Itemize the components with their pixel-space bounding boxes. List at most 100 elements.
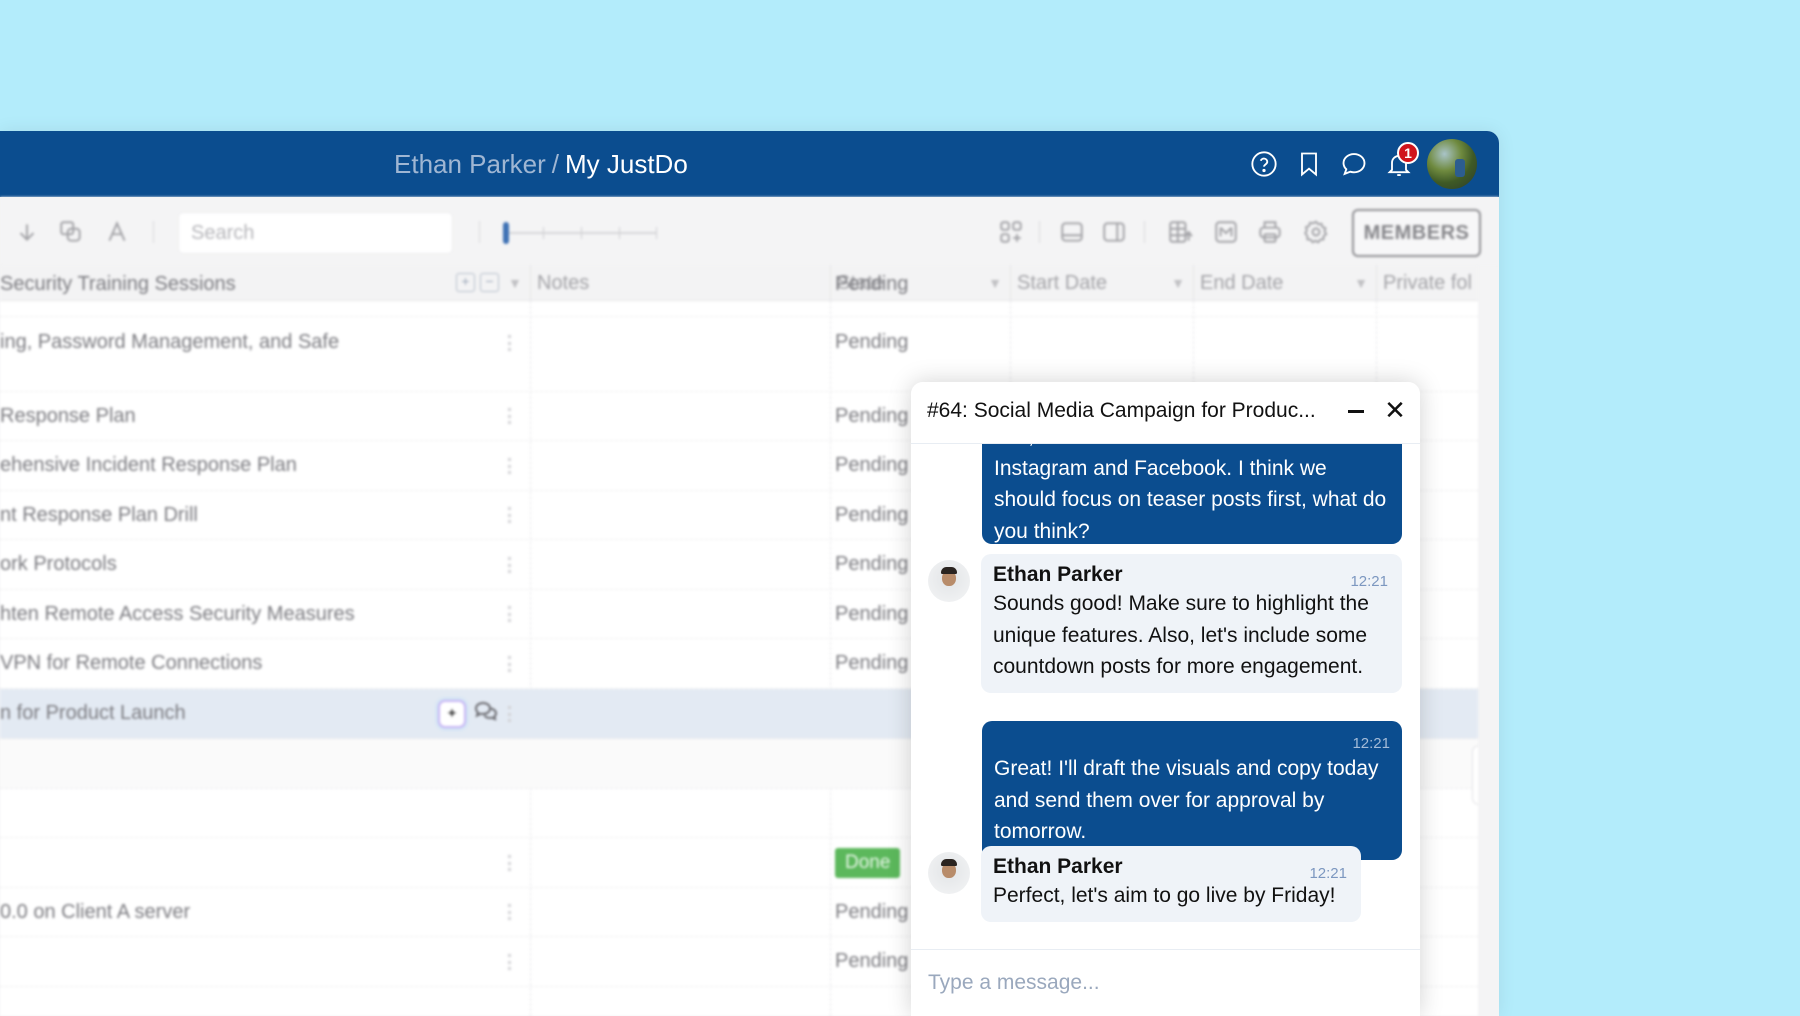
row-menu-handle[interactable] — [508, 904, 511, 920]
bookmark-icon — [1300, 152, 1317, 177]
add-column-icon — [1169, 221, 1193, 243]
notification-badge: 1 — [1397, 141, 1419, 164]
add-view-button[interactable] — [996, 217, 1026, 247]
slider-tick — [619, 227, 620, 239]
row-menu-handle[interactable] — [508, 408, 511, 424]
email-icon — [1215, 221, 1237, 243]
task-title: hten Remote Access Security Measures — [0, 602, 355, 625]
toolbar: MEMBERS — [0, 197, 1499, 265]
row-menu-handle[interactable] — [508, 335, 511, 351]
print-button[interactable] — [1255, 217, 1285, 247]
message-text: Yes, I've outlined a few ideas for Insta… — [994, 444, 1387, 543]
breadcrumb-project[interactable]: My JustDo — [565, 149, 688, 179]
message-text: Sounds good! Make sure to highlight the … — [993, 592, 1369, 678]
row-menu-handle[interactable] — [508, 953, 511, 970]
message-incoming: Ethan Parker 12:21 Sounds good! Make sur… — [981, 554, 1402, 693]
message-outgoing: Yes, I've outlined a few ideas for Insta… — [982, 444, 1402, 544]
task-title: nt Response Plan Drill — [0, 503, 198, 526]
settings-icon — [1304, 220, 1328, 244]
toolbar-divider — [1144, 221, 1145, 243]
split-horizontal-icon — [1061, 222, 1083, 242]
row-menu-handle[interactable] — [508, 507, 511, 523]
message-time: 12:21 — [1352, 735, 1390, 752]
breadcrumb-separator: / — [551, 149, 559, 179]
ai-assist-icon[interactable]: ✦ — [438, 699, 466, 728]
horizontal-resize-handle[interactable] — [1472, 745, 1478, 805]
row-menu-handle[interactable] — [508, 655, 511, 672]
close-icon[interactable]: ✕ — [1381, 395, 1409, 425]
task-title: ing, Password Management, and Safe — [0, 331, 340, 353]
chat-messages: Yes, I've outlined a few ideas for Insta… — [911, 444, 1420, 949]
top-bar: Ethan Parker / My JustDo 1 — [0, 131, 1499, 197]
minimize-icon[interactable] — [1344, 396, 1370, 426]
breadcrumb: Ethan Parker / My JustDo — [394, 147, 688, 181]
message-outgoing: 12:21 Great! I'll draft the visuals and … — [982, 721, 1402, 860]
task-state[interactable]: Pending — [830, 317, 1010, 391]
help-button[interactable] — [1241, 142, 1286, 187]
settings-button[interactable] — [1301, 217, 1331, 247]
bookmarks-button[interactable] — [1286, 142, 1331, 187]
slider-tick — [543, 227, 544, 239]
zoom-slider[interactable] — [503, 222, 657, 244]
sender-avatar — [928, 852, 970, 894]
row-menu-handle[interactable] — [508, 606, 511, 622]
message-text: Perfect, let's aim to go live by Friday! — [993, 884, 1336, 907]
duplicate-button[interactable] — [56, 217, 86, 247]
chat-title[interactable]: #64: Social Media Campaign for Produc... — [927, 399, 1316, 423]
slider-handle[interactable] — [503, 222, 509, 244]
sender-name: Ethan Parker — [993, 563, 1123, 586]
email-button[interactable] — [1211, 217, 1241, 247]
message-text: Great! I'll draft the visuals and copy t… — [994, 757, 1379, 843]
toolbar-divider — [1039, 221, 1040, 243]
print-icon — [1259, 221, 1281, 243]
toolbar-divider — [153, 221, 154, 243]
sender-name: Ethan Parker — [993, 855, 1123, 878]
search-input[interactable] — [178, 212, 453, 254]
status-badge-done[interactable]: Done — [835, 847, 901, 878]
toolbar-divider — [479, 221, 480, 243]
arrow-down-icon — [19, 224, 35, 241]
add-view-icon — [1000, 221, 1022, 243]
text-format-button[interactable] — [102, 217, 132, 247]
task-title: 0.0 on Client A server — [0, 900, 191, 923]
chat-bubbles-icon — [474, 701, 498, 721]
task-chat-panel: #64: Social Media Campaign for Produc...… — [911, 382, 1420, 1016]
message-time: 12:21 — [1350, 573, 1388, 590]
help-icon — [1250, 151, 1277, 177]
chats-button[interactable] — [1331, 142, 1376, 187]
add-column-button[interactable] — [1165, 217, 1195, 247]
slider-tick — [581, 227, 582, 239]
message-input[interactable] — [911, 950, 1420, 1016]
task-chat-button[interactable] — [474, 700, 498, 727]
chat-icon — [1342, 153, 1365, 176]
task-state[interactable]: Pending — [830, 273, 1010, 310]
move-down-button[interactable] — [12, 217, 42, 247]
row-menu-handle[interactable] — [508, 556, 511, 573]
table-row[interactable]: ing, Password Management, and Safe Pendi… — [0, 317, 1478, 392]
notifications-button[interactable]: 1 — [1376, 141, 1421, 187]
split-vertical-button[interactable] — [1099, 217, 1129, 247]
chat-header: #64: Social Media Campaign for Produc...… — [911, 382, 1420, 444]
members-button[interactable]: MEMBERS — [1352, 209, 1481, 257]
task-title: VPN for Remote Connections — [0, 652, 263, 674]
split-horizontal-button[interactable] — [1057, 217, 1087, 247]
row-menu-handle[interactable] — [508, 854, 511, 871]
breadcrumb-owner[interactable]: Ethan Parker — [394, 149, 546, 179]
table-row[interactable]: Security Training Sessions Pending — [0, 273, 1478, 317]
slider-tick — [656, 227, 657, 239]
task-title: Security Training Sessions — [0, 273, 236, 295]
task-title: ehensive Incident Response Plan — [0, 454, 297, 476]
row-menu-handle[interactable] — [508, 705, 511, 722]
row-actions: ✦ — [438, 699, 498, 728]
font-icon — [108, 220, 126, 242]
top-bar-icons: 1 — [1241, 139, 1477, 189]
sender-avatar — [928, 560, 970, 602]
copy-icon — [60, 221, 81, 242]
user-avatar[interactable] — [1427, 139, 1477, 189]
message-time: 12:21 — [1309, 865, 1347, 882]
message-incoming: Ethan Parker 12:21 Perfect, let's aim to… — [981, 846, 1361, 922]
task-title: Response Plan — [0, 404, 136, 427]
split-vertical-icon — [1103, 222, 1125, 242]
row-menu-handle[interactable] — [508, 457, 511, 474]
chat-composer — [911, 949, 1420, 1016]
